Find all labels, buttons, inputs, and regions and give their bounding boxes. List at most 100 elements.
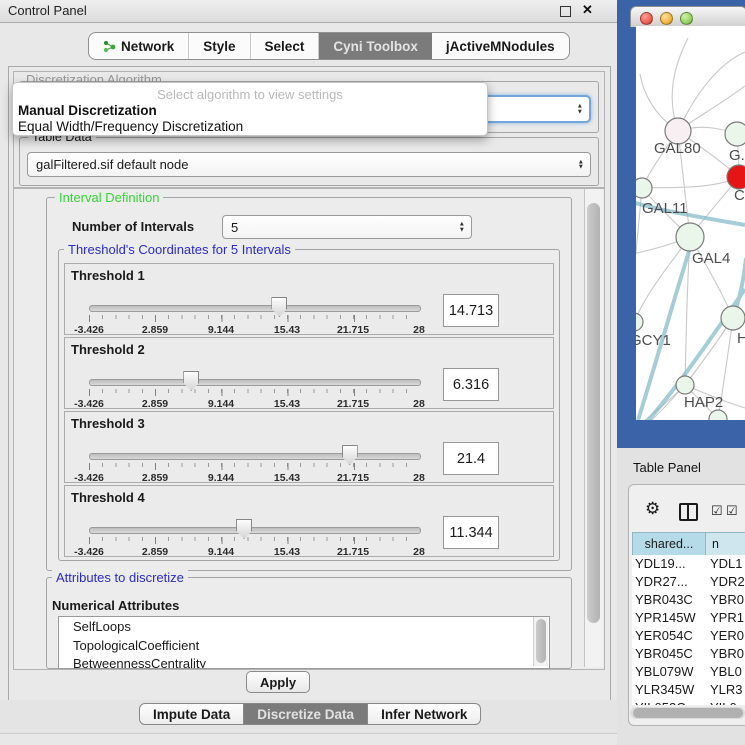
- list-item[interactable]: SelfLoops: [59, 617, 549, 636]
- slider-tick-labels: -3.426 2.859 9.144 15.43 21.715 28: [89, 472, 419, 483]
- select-all-checkbox-icon[interactable]: ☑: [711, 503, 723, 519]
- tab-jactivemnodules[interactable]: jActiveMNodules: [432, 33, 569, 59]
- app-root: Control Panel ✕ Network Style Select Cyn…: [0, 0, 745, 745]
- panel-title: Control Panel: [8, 3, 87, 18]
- table-data-combobox[interactable]: galFiltered.sif default node ▲ ▼: [27, 152, 591, 177]
- cell-shared-name: YBL079W: [635, 664, 694, 679]
- slider-track[interactable]: [89, 453, 421, 460]
- zoom-traffic-light-icon[interactable]: [680, 12, 693, 25]
- network-icon: [103, 40, 116, 53]
- list-item[interactable]: BetweennessCentrality: [59, 654, 549, 669]
- tick-label: 15.43: [274, 546, 300, 558]
- threshold-4-label: Threshold 4: [71, 490, 145, 505]
- table-row[interactable]: YBR043CYBR0: [632, 591, 745, 609]
- node-gal4[interactable]: [676, 223, 704, 251]
- settings-scrollbar-thumb[interactable]: [587, 203, 600, 623]
- spinner-down-icon: ▼: [578, 165, 584, 171]
- close-traffic-light-icon[interactable]: [640, 12, 653, 25]
- slider-track[interactable]: [89, 305, 421, 312]
- table-row[interactable]: YLR345WYLR3: [632, 681, 745, 699]
- network-canvas[interactable]: GAL80 G. C GAL11 GAL4 GCY1 H HAP2: [636, 26, 745, 420]
- tick-label: 21.715: [337, 324, 369, 336]
- split-view-icon[interactable]: [679, 503, 698, 521]
- tick-label: 9.144: [208, 472, 234, 484]
- tab-impute-data[interactable]: Impute Data: [139, 703, 244, 725]
- tab-style[interactable]: Style: [189, 33, 250, 59]
- slider-thumb[interactable]: [183, 371, 199, 391]
- table-row[interactable]: YBL079W YBL0: [632, 663, 745, 681]
- select-columns-checkbox-icon[interactable]: ☑: [726, 503, 738, 519]
- tick-label: -3.426: [74, 472, 104, 484]
- minimize-traffic-light-icon[interactable]: [660, 12, 673, 25]
- threshold-4-value-field[interactable]: 11.344: [443, 516, 499, 549]
- tab-network[interactable]: Network: [89, 33, 189, 59]
- dropdown-option-equal-width[interactable]: Equal Width/Frequency Discretization: [18, 119, 243, 134]
- tab-infer-network[interactable]: Infer Network: [368, 703, 481, 725]
- slider-tick-labels: -3.426 2.859 9.144 15.43 21.715 28: [89, 398, 419, 409]
- dropdown-option-manual[interactable]: Manual Discretization: [18, 103, 157, 118]
- table-row[interactable]: YDL19...YDL1: [632, 555, 745, 573]
- tick-label: 21.715: [337, 398, 369, 410]
- node-top-right[interactable]: [725, 122, 745, 146]
- slider-thumb[interactable]: [342, 445, 358, 465]
- node-hap2[interactable]: [676, 376, 694, 394]
- cell-name: YIL0: [710, 700, 737, 705]
- combo-spinner: ▲ ▼: [577, 104, 583, 115]
- close-icon[interactable]: ✕: [582, 2, 593, 18]
- tab-select[interactable]: Select: [251, 33, 320, 59]
- node-gal11[interactable]: [636, 178, 652, 198]
- dropdown-placeholder: Select algorithm to view settings: [13, 87, 487, 102]
- float-window-icon[interactable]: [560, 6, 571, 17]
- threshold-2-value-field[interactable]: 6.316: [443, 368, 499, 401]
- tick-label: 15.43: [274, 398, 300, 410]
- tab-infer-network-label: Infer Network: [381, 707, 467, 722]
- table-row[interactable]: YDR27...YDR2: [632, 573, 745, 591]
- num-intervals-value: 5: [231, 220, 238, 235]
- slider-thumb[interactable]: [271, 297, 287, 317]
- list-item[interactable]: TopologicalCoefficient: [59, 636, 549, 655]
- table-row[interactable]: YER054CYER0: [632, 627, 745, 645]
- attributes-list-scrollbar-thumb[interactable]: [536, 619, 546, 663]
- node-red-selected[interactable]: [727, 165, 745, 189]
- table-row[interactable]: YPR145WYPR1: [632, 609, 745, 627]
- tab-cyni-toolbox[interactable]: Cyni Toolbox: [319, 33, 432, 59]
- cell-shared-name: YPR145W: [635, 610, 696, 625]
- node-gcy1[interactable]: [636, 313, 643, 331]
- cell-name: YBL0: [710, 664, 742, 679]
- column-header-name[interactable]: n: [705, 532, 745, 556]
- gear-icon[interactable]: ⚙: [645, 499, 660, 519]
- numerical-attributes-list[interactable]: SelfLoops TopologicalCoefficient Between…: [58, 616, 550, 669]
- threshold-1-value-field[interactable]: 14.713: [443, 294, 499, 327]
- cell-shared-name: YLR345W: [635, 682, 694, 697]
- tick-label: 15.43: [274, 324, 300, 336]
- cell-name: YDR2: [710, 574, 745, 589]
- node-h[interactable]: [721, 306, 745, 330]
- threshold-panel-1: Threshold 1 -3.426 2.859 9.144 15.43 21.…: [64, 263, 554, 335]
- cell-shared-name: YER054C: [635, 628, 693, 643]
- table-row[interactable]: YBR045CYBR0: [632, 645, 745, 663]
- num-intervals-combobox[interactable]: 5 ▲ ▼: [222, 215, 472, 239]
- table-row[interactable]: YIL052CYIL0: [632, 699, 745, 705]
- threshold-panel-3: Threshold 3 -3.426 2.859 9.144 15.43 21.…: [64, 411, 554, 483]
- node-label: H: [737, 330, 745, 347]
- node-label: GAL11: [642, 200, 688, 217]
- table-horizontal-scrollbar[interactable]: [630, 707, 745, 719]
- network-window-titlebar[interactable]: [630, 6, 745, 27]
- slider-thumb[interactable]: [236, 519, 252, 539]
- threshold-3-value-field[interactable]: 21.4: [443, 442, 499, 475]
- threshold-1-label: Threshold 1: [71, 268, 145, 283]
- slider-track[interactable]: [89, 527, 421, 534]
- tick-label: -3.426: [74, 324, 104, 336]
- apply-button[interactable]: Apply: [246, 671, 310, 693]
- table-horizontal-scrollbar-thumb[interactable]: [633, 708, 743, 718]
- tick-label: 9.144: [208, 398, 234, 410]
- settings-scrollbar[interactable]: [584, 189, 603, 667]
- num-intervals-label: Number of Intervals: [72, 219, 194, 234]
- tick-label: 9.144: [208, 546, 234, 558]
- tick-label: 28: [413, 472, 425, 484]
- node-label: GAL80: [654, 140, 701, 157]
- tab-discretize-data[interactable]: Discretize Data: [244, 703, 368, 725]
- slider-track[interactable]: [89, 379, 421, 386]
- column-header-shared-name[interactable]: shared...: [632, 532, 706, 556]
- attributes-list-scrollbar[interactable]: [533, 617, 548, 666]
